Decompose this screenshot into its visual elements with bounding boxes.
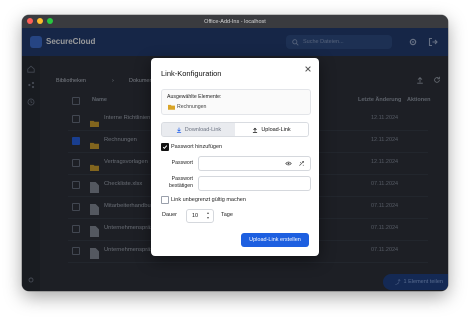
selected-item-name: Rechnungen xyxy=(177,104,207,110)
upload-icon xyxy=(253,127,258,133)
minimize-window-button[interactable] xyxy=(37,18,43,24)
create-upload-link-button[interactable]: Upload-Link erstellen xyxy=(241,233,309,247)
duration-unit: Tage xyxy=(221,212,233,218)
generate-password-icon[interactable] xyxy=(298,160,305,167)
tab-upload-link[interactable]: Upload-Link xyxy=(235,123,308,136)
duration-stepper[interactable]: 10 ▴ ▾ xyxy=(186,209,214,223)
password-confirm-label-line1: Passwort xyxy=(171,176,193,182)
tab-upload-label: Upload-Link xyxy=(261,126,291,133)
password-confirm-label: Passwort bestätigen xyxy=(161,176,193,189)
password-label: Passwort xyxy=(171,160,193,166)
link-type-tabs: Download-Link Upload-Link xyxy=(161,122,309,137)
eye-icon[interactable] xyxy=(285,160,292,167)
unlimited-link-label: Link unbegrenzt gültig machen xyxy=(171,197,246,203)
folder-icon xyxy=(168,104,175,110)
title-bar: Office-Add-Ins - localhost xyxy=(22,15,448,29)
dialog-title: Link-Konfiguration xyxy=(161,69,222,78)
link-config-dialog: Link-Konfiguration Ausgewählte Elemente:… xyxy=(151,58,319,256)
duration-label: Dauer xyxy=(162,212,177,218)
selected-items-box: Ausgewählte Elemente: Rechnungen xyxy=(161,89,311,115)
download-icon xyxy=(176,127,181,133)
window-controls xyxy=(27,18,53,24)
maximize-window-button[interactable] xyxy=(47,18,53,24)
window-title: Office-Add-Ins - localhost xyxy=(204,18,266,25)
password-field[interactable] xyxy=(198,156,311,171)
password-checkbox[interactable] xyxy=(161,143,169,151)
duration-value: 10 xyxy=(192,213,199,219)
selected-items-label: Ausgewählte Elemente: xyxy=(167,94,222,100)
password-confirm-label-line2: bestätigen xyxy=(169,182,193,189)
checkmark-icon xyxy=(162,145,168,150)
unlimited-link-checkbox[interactable] xyxy=(161,196,169,204)
close-window-button[interactable] xyxy=(27,18,33,24)
close-icon[interactable] xyxy=(304,65,312,73)
stepper-arrows-icon[interactable]: ▴ ▾ xyxy=(207,210,209,220)
password-confirm-field[interactable] xyxy=(198,176,311,191)
password-checkbox-label: Passwort hinzufügen xyxy=(171,144,223,150)
tab-download-link[interactable]: Download-Link xyxy=(162,123,235,136)
tab-download-label: Download-Link xyxy=(184,126,222,133)
